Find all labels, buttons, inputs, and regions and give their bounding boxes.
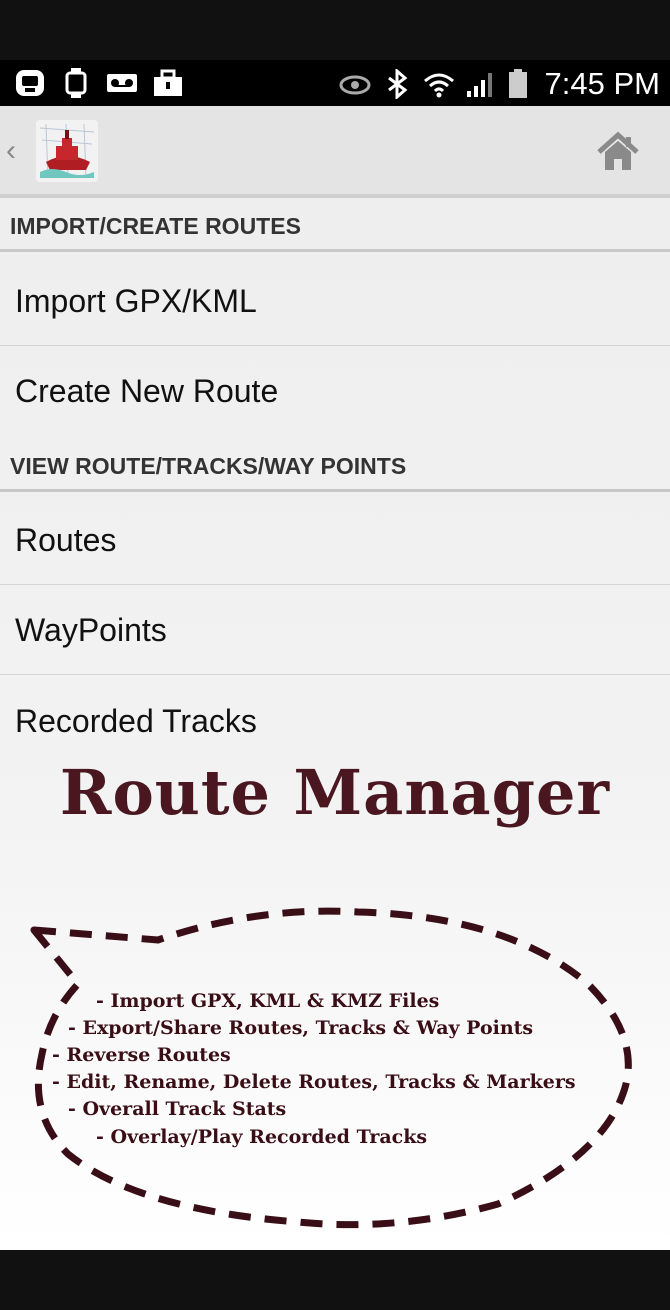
speech-bubble-outline [30, 907, 632, 1229]
list-item-recorded-tracks[interactable]: Recorded Tracks [0, 676, 670, 766]
section-header-import-create: IMPORT/CREATE ROUTES [0, 198, 670, 252]
bluetooth-icon [381, 67, 413, 101]
list-item-import-gpx-kml[interactable]: Import GPX/KML [0, 256, 670, 346]
ship-logo-icon[interactable] [36, 120, 98, 182]
top-system-area [0, 0, 670, 60]
briefcase-icon [152, 68, 184, 98]
back-chevron-icon[interactable]: ‹ [6, 134, 16, 168]
feature-overlay-play: - Overlay/Play Recorded Tracks [96, 1126, 428, 1148]
home-icon [597, 131, 639, 170]
battery-icon [507, 69, 529, 99]
home-button[interactable] [596, 130, 640, 174]
main-content: IMPORT/CREATE ROUTES Import GPX/KML Crea… [0, 198, 670, 1250]
list-item-routes[interactable]: Routes [0, 495, 670, 585]
list-item-waypoints[interactable]: WayPoints [0, 585, 670, 675]
wifi-icon [423, 69, 455, 99]
list-item-create-new-route[interactable]: Create New Route [0, 346, 670, 436]
feature-track-stats: - Overall Track Stats [68, 1098, 287, 1120]
clock-time: 7:45 PM [544, 66, 660, 101]
action-bar: ‹ [0, 106, 670, 198]
feature-export-share: - Export/Share Routes, Tracks & Way Poin… [68, 1017, 534, 1039]
voicemail-icon [106, 68, 138, 98]
section-header-view-routes: VIEW ROUTE/TRACKS/WAY POINTS [0, 438, 670, 492]
promo-title: Route Manager [59, 756, 611, 829]
bottom-system-area [0, 1250, 670, 1310]
eye-icon [339, 69, 371, 99]
app-notification-icon [14, 68, 46, 98]
status-bar: 7:45 PM [0, 60, 670, 106]
feature-edit-rename-delete: - Edit, Rename, Delete Routes, Tracks & … [52, 1071, 576, 1093]
signal-icon [465, 69, 497, 99]
feature-import-files: - Import GPX, KML & KMZ Files [96, 990, 440, 1012]
feature-reverse-routes: - Reverse Routes [52, 1044, 231, 1066]
watch-icon [60, 68, 92, 98]
